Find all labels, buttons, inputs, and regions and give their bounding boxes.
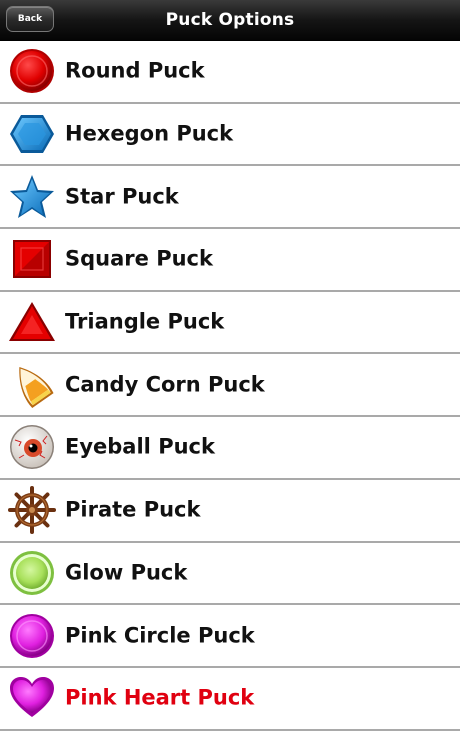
puck-options-list: Round Puck Hexegon Puck Star Puck Square… (0, 41, 460, 731)
list-item-eyeball-puck[interactable]: Eyeball Puck (0, 417, 460, 480)
list-item-pink-heart-puck[interactable]: Pink Heart Puck (0, 668, 460, 731)
pink-heart-puck-icon (7, 673, 57, 723)
hexagon-puck-icon (7, 109, 57, 159)
list-item-label: Round Puck (65, 58, 205, 83)
list-item-candy-corn-puck[interactable]: Candy Corn Puck (0, 354, 460, 418)
list-item-label: Hexegon Puck (65, 121, 234, 146)
list-item-label: Glow Puck (65, 560, 188, 585)
list-item-label: Pink Heart Puck (65, 685, 255, 710)
star-puck-icon (7, 172, 57, 222)
list-item-label: Square Puck (65, 246, 213, 271)
list-item-label: Pink Circle Puck (65, 623, 255, 648)
ship-wheel-puck-icon (7, 485, 57, 535)
list-item-label: Pirate Puck (65, 497, 201, 522)
glow-puck-icon (7, 548, 57, 598)
list-item-square-puck[interactable]: Square Puck (0, 229, 460, 292)
eyeball-puck-icon (7, 422, 57, 472)
list-item-pink-circle-puck[interactable]: Pink Circle Puck (0, 605, 460, 668)
list-item-triangle-puck[interactable]: Triangle Puck (0, 292, 460, 355)
page-title: Puck Options (165, 10, 295, 30)
navigation-bar: Back Puck Options (0, 0, 460, 41)
list-item-star-puck[interactable]: Star Puck (0, 166, 460, 230)
list-item-hexagon-puck[interactable]: Hexegon Puck (0, 104, 460, 167)
list-item-label: Candy Corn Puck (65, 372, 265, 397)
candy-corn-puck-icon (7, 360, 57, 410)
square-puck-icon (7, 234, 57, 284)
round-puck-icon (7, 46, 57, 96)
list-item-label: Eyeball Puck (65, 434, 215, 459)
list-item-label: Triangle Puck (65, 309, 225, 334)
pink-circle-puck-icon (7, 611, 57, 661)
list-item-pirate-puck[interactable]: Pirate Puck (0, 480, 460, 543)
list-item-round-puck[interactable]: Round Puck (0, 41, 460, 104)
list-item-label: Star Puck (65, 184, 179, 209)
list-item-glow-puck[interactable]: Glow Puck (0, 543, 460, 606)
triangle-puck-icon (7, 297, 57, 347)
